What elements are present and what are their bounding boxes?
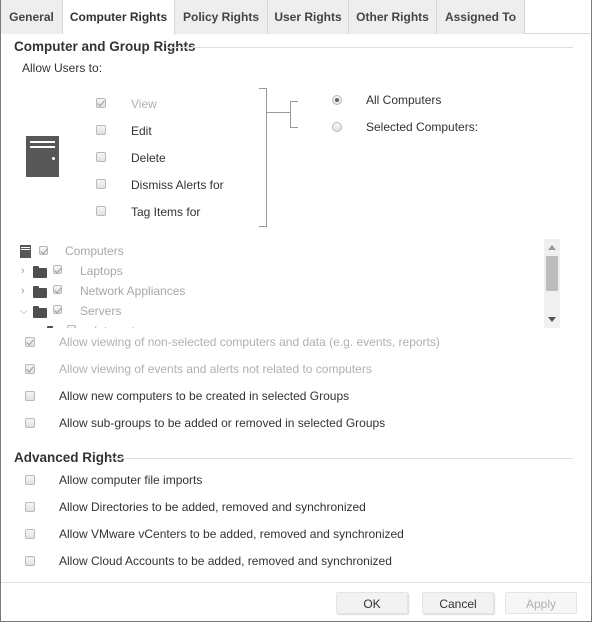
tree-scrollbar[interactable] [544,239,560,328]
section-title-advanced-rights: Advanced Rights [14,450,125,465]
scroll-up-arrow-icon[interactable] [548,245,556,250]
dismiss-alerts-label: Dismiss Alerts for [131,178,224,192]
tree-item-label: Internet [94,321,135,328]
allow-file-imports-label: Allow computer file imports [59,473,203,487]
tab-bar: General Computer Rights Policy Rights Us… [1,0,590,35]
tree-item-computers[interactable]: Computers [14,241,534,261]
folder-icon [33,266,47,278]
view-label: View [131,97,157,111]
tree-item-network-appliances[interactable]: › Network Appliances [14,281,534,301]
scope-bracket [290,101,298,128]
allow-vcenters-label: Allow VMware vCenters to be added, remov… [59,527,404,541]
tree-checkbox[interactable] [67,325,76,328]
permissions-bracket [259,88,267,227]
tree-item-label: Network Appliances [80,284,186,298]
tab-policy-rights[interactable]: Policy Rights [175,0,268,34]
chevron-down-icon[interactable]: ⌵ [20,302,28,322]
tree-item-label: Computers [65,244,124,258]
tree-checkbox[interactable] [53,305,62,314]
edit-checkbox[interactable] [96,125,106,135]
section-divider [166,47,573,48]
chevron-right-icon[interactable]: › [35,321,39,328]
tree-checkbox[interactable] [53,285,62,294]
all-computers-label: All Computers [366,93,442,107]
allow-subgroups-checkbox[interactable] [25,418,35,428]
dismiss-alerts-checkbox[interactable] [96,179,106,189]
edit-label: Edit [131,124,152,138]
tree-item-servers[interactable]: ⌵ Servers [14,301,534,321]
tab-assigned-to[interactable]: Assigned To [437,0,525,34]
allow-vcenters-checkbox[interactable] [25,529,35,539]
tag-items-checkbox[interactable] [96,206,106,216]
allow-view-nonselected-label: Allow viewing of non-selected computers … [59,335,440,349]
computer-tree: Computers › Laptops › Network Appliances… [14,240,560,328]
allow-view-events-label: Allow viewing of events and alerts not r… [59,362,372,376]
tree-item-laptops[interactable]: › Laptops [14,261,534,281]
view-checkbox[interactable] [96,98,106,108]
allow-new-computers-checkbox[interactable] [25,391,35,401]
allow-users-label: Allow Users to: [22,61,103,75]
folder-icon [33,306,47,318]
tab-computer-rights[interactable]: Computer Rights [63,0,175,35]
tree-checkbox[interactable] [53,265,62,274]
allow-view-nonselected-checkbox[interactable] [25,337,35,347]
allow-file-imports-checkbox[interactable] [25,475,35,485]
apply-button[interactable]: Apply [505,592,577,614]
cancel-button[interactable]: Cancel [422,592,494,614]
computer-icon [26,136,59,177]
tab-general[interactable]: General [1,0,63,34]
chevron-right-icon[interactable]: › [21,281,25,301]
selected-computers-radio[interactable] [332,122,342,132]
delete-label: Delete [131,151,166,165]
bracket-connector [267,112,291,113]
tree-item-internet[interactable]: › Internet [14,321,534,328]
tree-checkbox[interactable] [39,246,48,255]
chevron-right-icon[interactable]: › [21,261,25,281]
allow-cloud-accounts-checkbox[interactable] [25,556,35,566]
allow-view-events-checkbox[interactable] [25,364,35,374]
allow-subgroups-label: Allow sub-groups to be added or removed … [59,416,386,430]
section-divider [110,458,573,459]
ok-button[interactable]: OK [336,592,408,614]
allow-directories-checkbox[interactable] [25,502,35,512]
all-computers-radio[interactable] [332,95,342,105]
scroll-thumb[interactable] [546,256,558,291]
computer-icon [20,245,31,258]
tab-other-rights[interactable]: Other Rights [349,0,437,34]
tag-items-label: Tag Items for [131,205,201,219]
tree-item-label: Servers [80,304,122,318]
delete-checkbox[interactable] [96,152,106,162]
allow-cloud-accounts-label: Allow Cloud Accounts to be added, remove… [59,554,392,568]
allow-directories-label: Allow Directories to be added, removed a… [59,500,366,514]
folder-icon [33,286,47,298]
selected-computers-label: Selected Computers: [366,120,479,134]
scroll-down-arrow-icon[interactable] [548,317,556,322]
tree-item-label: Laptops [80,264,123,278]
tab-user-rights[interactable]: User Rights [268,0,349,34]
allow-new-computers-label: Allow new computers to be created in sel… [59,389,350,403]
dialog-footer: OK Cancel Apply [1,582,590,621]
